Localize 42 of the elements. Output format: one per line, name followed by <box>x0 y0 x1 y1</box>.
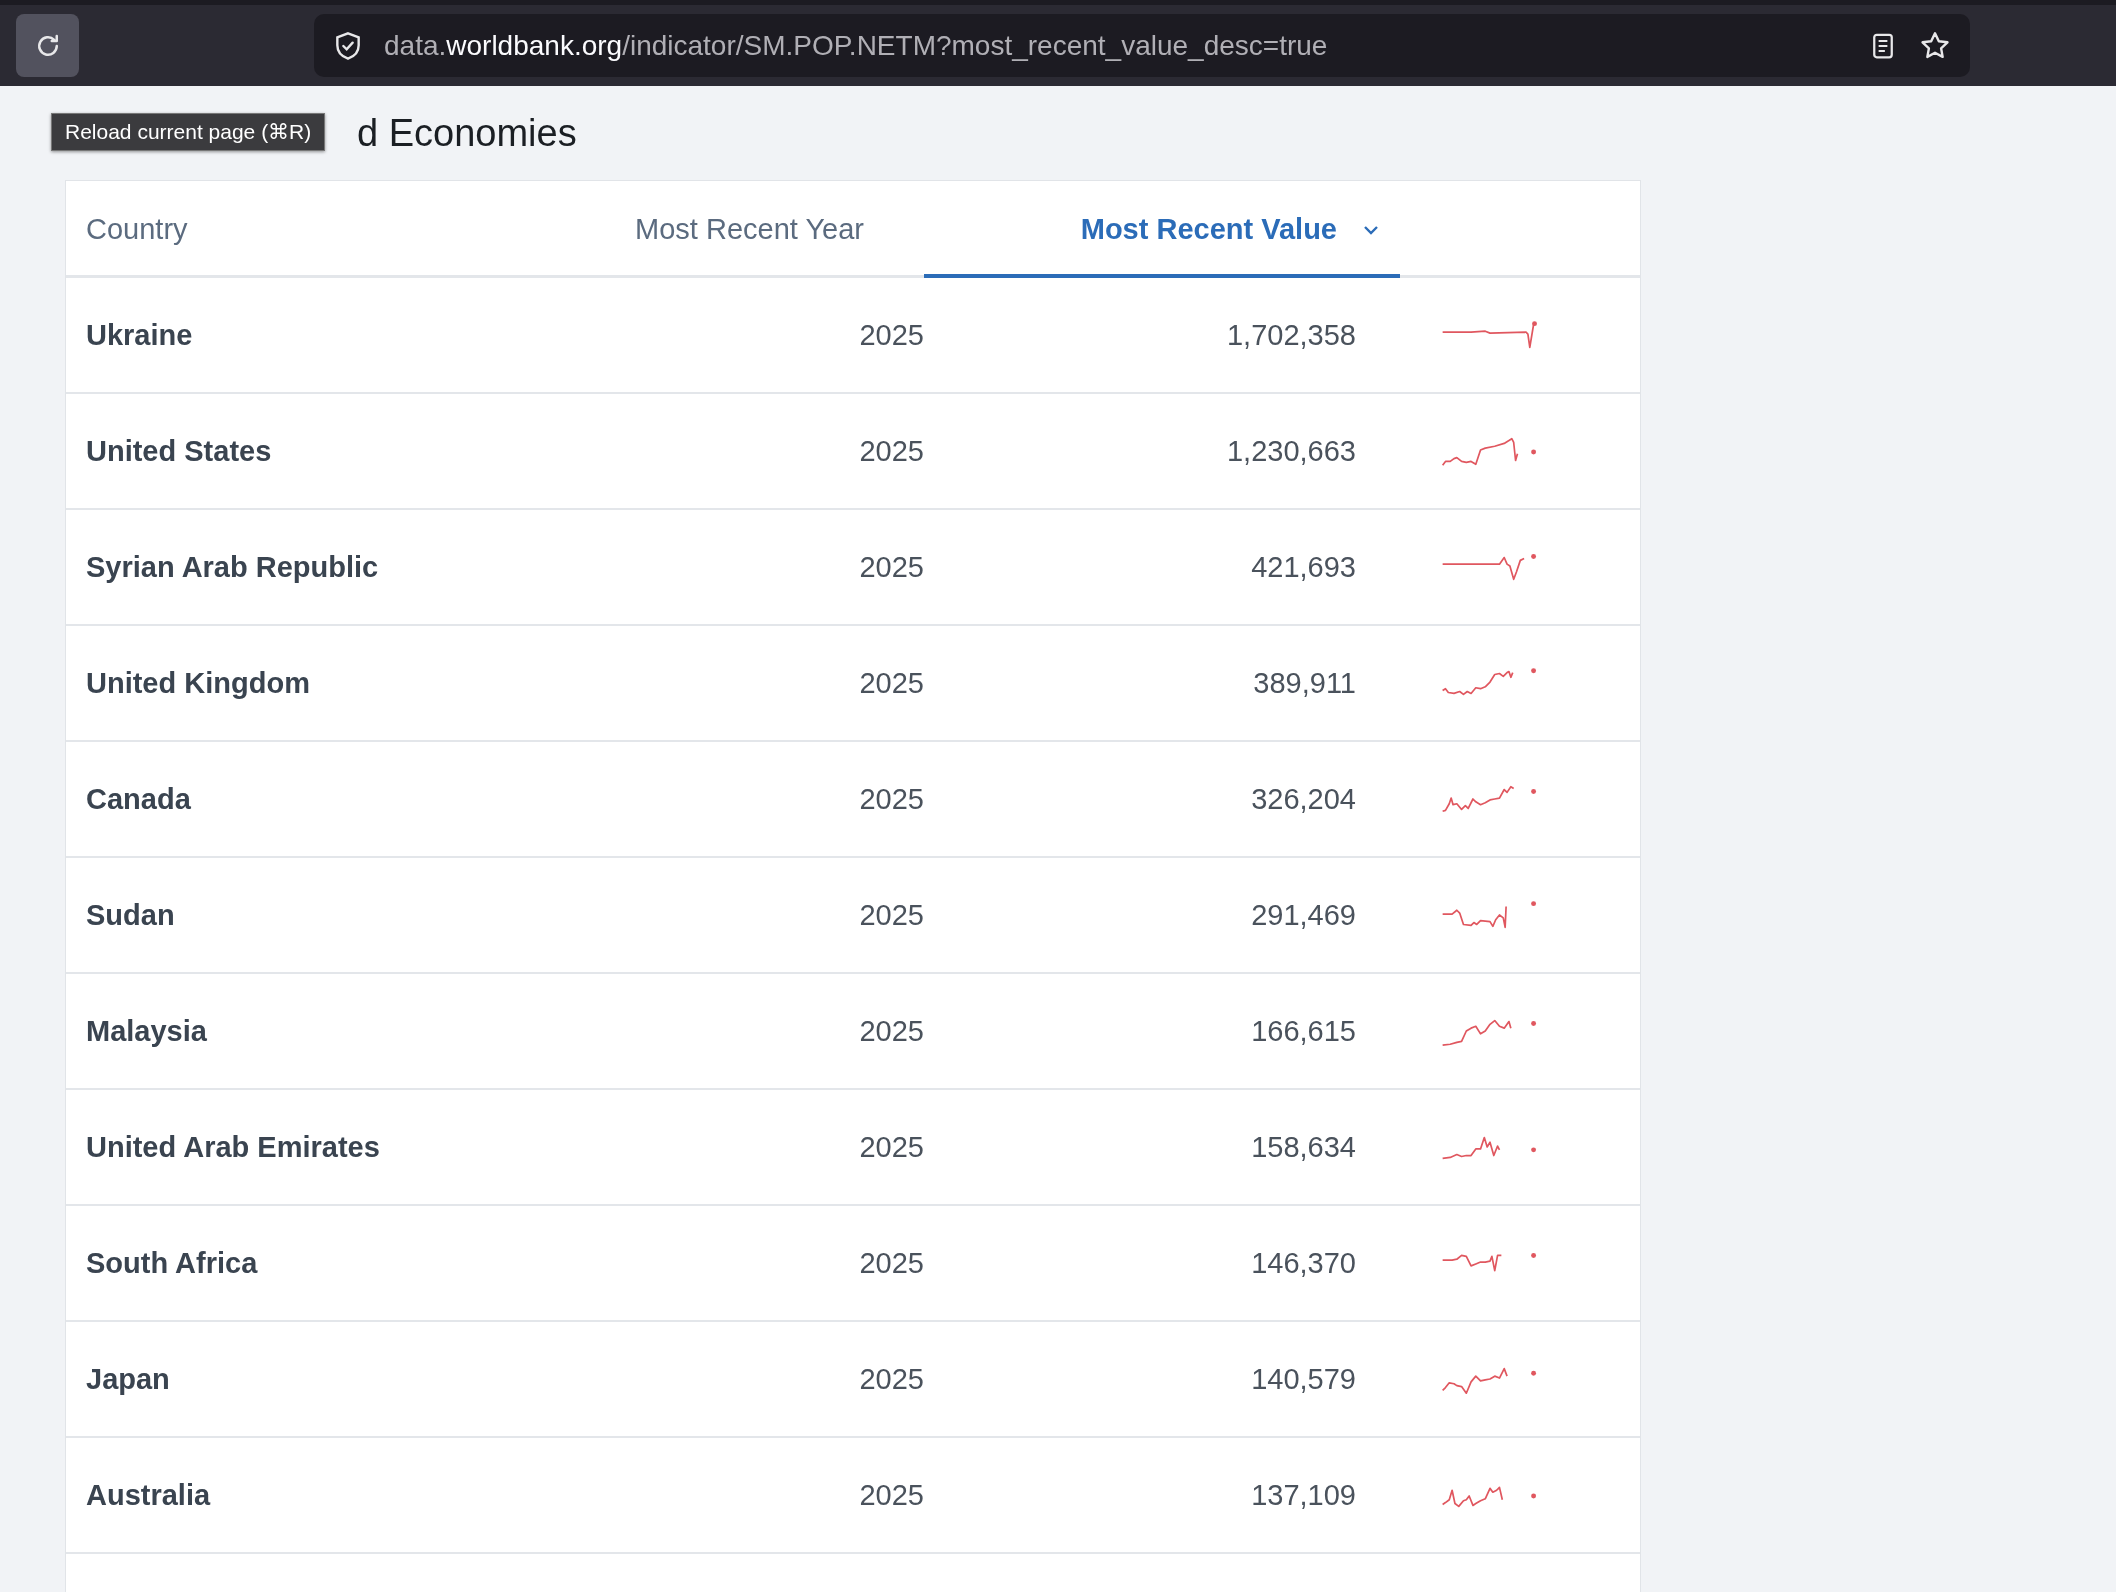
column-header[interactable]: Most Recent Value <box>924 181 1400 278</box>
value-cell: 326,204 <box>1251 782 1356 815</box>
year-cell: 2025 <box>859 898 924 931</box>
country-cell[interactable]: Malaysia <box>86 1014 207 1047</box>
address-bar[interactable]: data.worldbank.org/indicator/SM.POP.NETM?most_recent_value_desc=true <box>314 14 1970 77</box>
reload-button[interactable] <box>16 14 79 77</box>
country-cell[interactable]: Canada <box>86 782 191 815</box>
year-cell: 2025 <box>859 1246 924 1279</box>
page-title: d Economies <box>357 111 577 155</box>
country-cell[interactable]: Australia <box>86 1478 211 1511</box>
value-cell: 1,702,358 <box>1227 318 1356 351</box>
country-cell[interactable]: Sudan <box>86 898 175 931</box>
value-cell: 421,693 <box>1251 550 1356 583</box>
country-cell[interactable]: Syrian Arab Republic <box>86 550 379 583</box>
year-cell: 2025 <box>859 782 924 815</box>
year-cell: 2025 <box>859 1362 924 1395</box>
year-cell: 2025 <box>859 434 924 467</box>
year-cell: 2025 <box>859 1130 924 1163</box>
year-cell: 2025 <box>859 1014 924 1047</box>
year-cell: 2025 <box>859 1478 924 1511</box>
year-cell: 2025 <box>859 318 924 351</box>
column-header[interactable]: Country <box>66 181 626 278</box>
year-cell: 2025 <box>859 550 924 583</box>
chevron-down-icon <box>1362 223 1380 236</box>
country-cell[interactable]: United Kingdom <box>86 666 310 699</box>
value-cell: 166,615 <box>1251 1014 1356 1047</box>
url-text: data.worldbank.org/indicator/SM.POP.NETM?most_recent_value_desc=true <box>384 29 1328 62</box>
country-cell[interactable]: Ukraine <box>86 318 193 351</box>
column-header[interactable]: Most Recent Year <box>626 181 864 278</box>
value-cell: 146,370 <box>1251 1246 1356 1279</box>
value-cell: 1,230,663 <box>1227 434 1356 467</box>
value-cell: 389,911 <box>1253 666 1356 699</box>
tooltip: Reload current page (⌘R) <box>51 113 326 151</box>
country-cell[interactable]: South Africa <box>86 1246 258 1279</box>
year-cell: 2025 <box>859 666 924 699</box>
value-cell: 140,579 <box>1251 1362 1356 1395</box>
value-cell: 137,109 <box>1251 1478 1356 1511</box>
country-cell[interactable]: United Arab Emirates <box>86 1130 380 1163</box>
value-cell: 158,634 <box>1251 1130 1356 1163</box>
country-cell[interactable]: Japan <box>86 1362 170 1395</box>
country-cell[interactable]: United States <box>86 434 272 467</box>
value-cell: 291,469 <box>1251 898 1356 931</box>
